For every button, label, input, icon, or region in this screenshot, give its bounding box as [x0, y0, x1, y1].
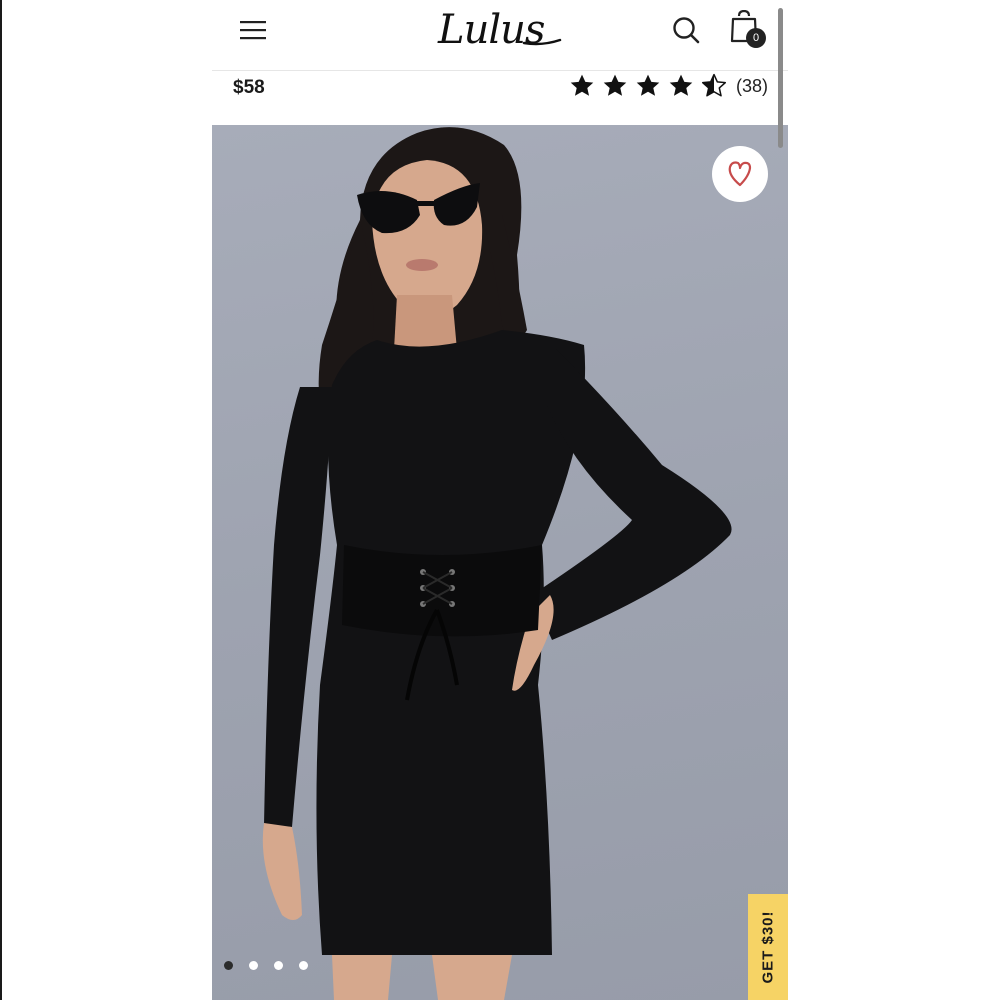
search-button[interactable]	[670, 14, 702, 46]
carousel-dot[interactable]	[249, 961, 258, 970]
hamburger-menu-icon	[240, 21, 266, 40]
product-photo	[262, 127, 732, 1000]
star-half-icon	[701, 73, 727, 97]
search-icon	[673, 17, 700, 44]
heart-icon	[728, 161, 752, 187]
promo-tab[interactable]: GET $30!	[748, 894, 788, 1000]
star-full-icon	[636, 74, 660, 96]
product-rating[interactable]: (38)	[569, 70, 768, 102]
shopping-bag-button[interactable]: 0	[728, 9, 768, 50]
brand-logo[interactable]: Lulus	[438, 2, 562, 58]
menu-button[interactable]	[238, 16, 268, 44]
left-border	[0, 0, 2, 1000]
product-image-gallery[interactable]: GET $30!	[212, 125, 788, 1000]
promo-label: GET $30!	[759, 910, 777, 984]
scrollbar[interactable]	[778, 8, 783, 148]
top-header: Lulus 0	[212, 0, 788, 71]
carousel-dots	[224, 961, 324, 970]
logo-swash	[522, 38, 562, 46]
product-price: $58	[233, 77, 265, 98]
carousel-dot[interactable]	[274, 961, 283, 970]
page-frame: Lulus 0 $58 (38) GET $30!	[0, 0, 1000, 1000]
favorite-button[interactable]	[712, 146, 768, 202]
carousel-dot[interactable]	[299, 961, 308, 970]
cart-count-badge: 0	[746, 28, 766, 48]
star-full-icon	[669, 74, 693, 96]
carousel-dot[interactable]	[224, 961, 233, 970]
star-full-icon	[603, 74, 627, 96]
star-full-icon	[570, 74, 594, 96]
review-count[interactable]: (38)	[736, 76, 768, 97]
mobile-screen: Lulus 0 $58 (38) GET $30!	[212, 0, 788, 1000]
